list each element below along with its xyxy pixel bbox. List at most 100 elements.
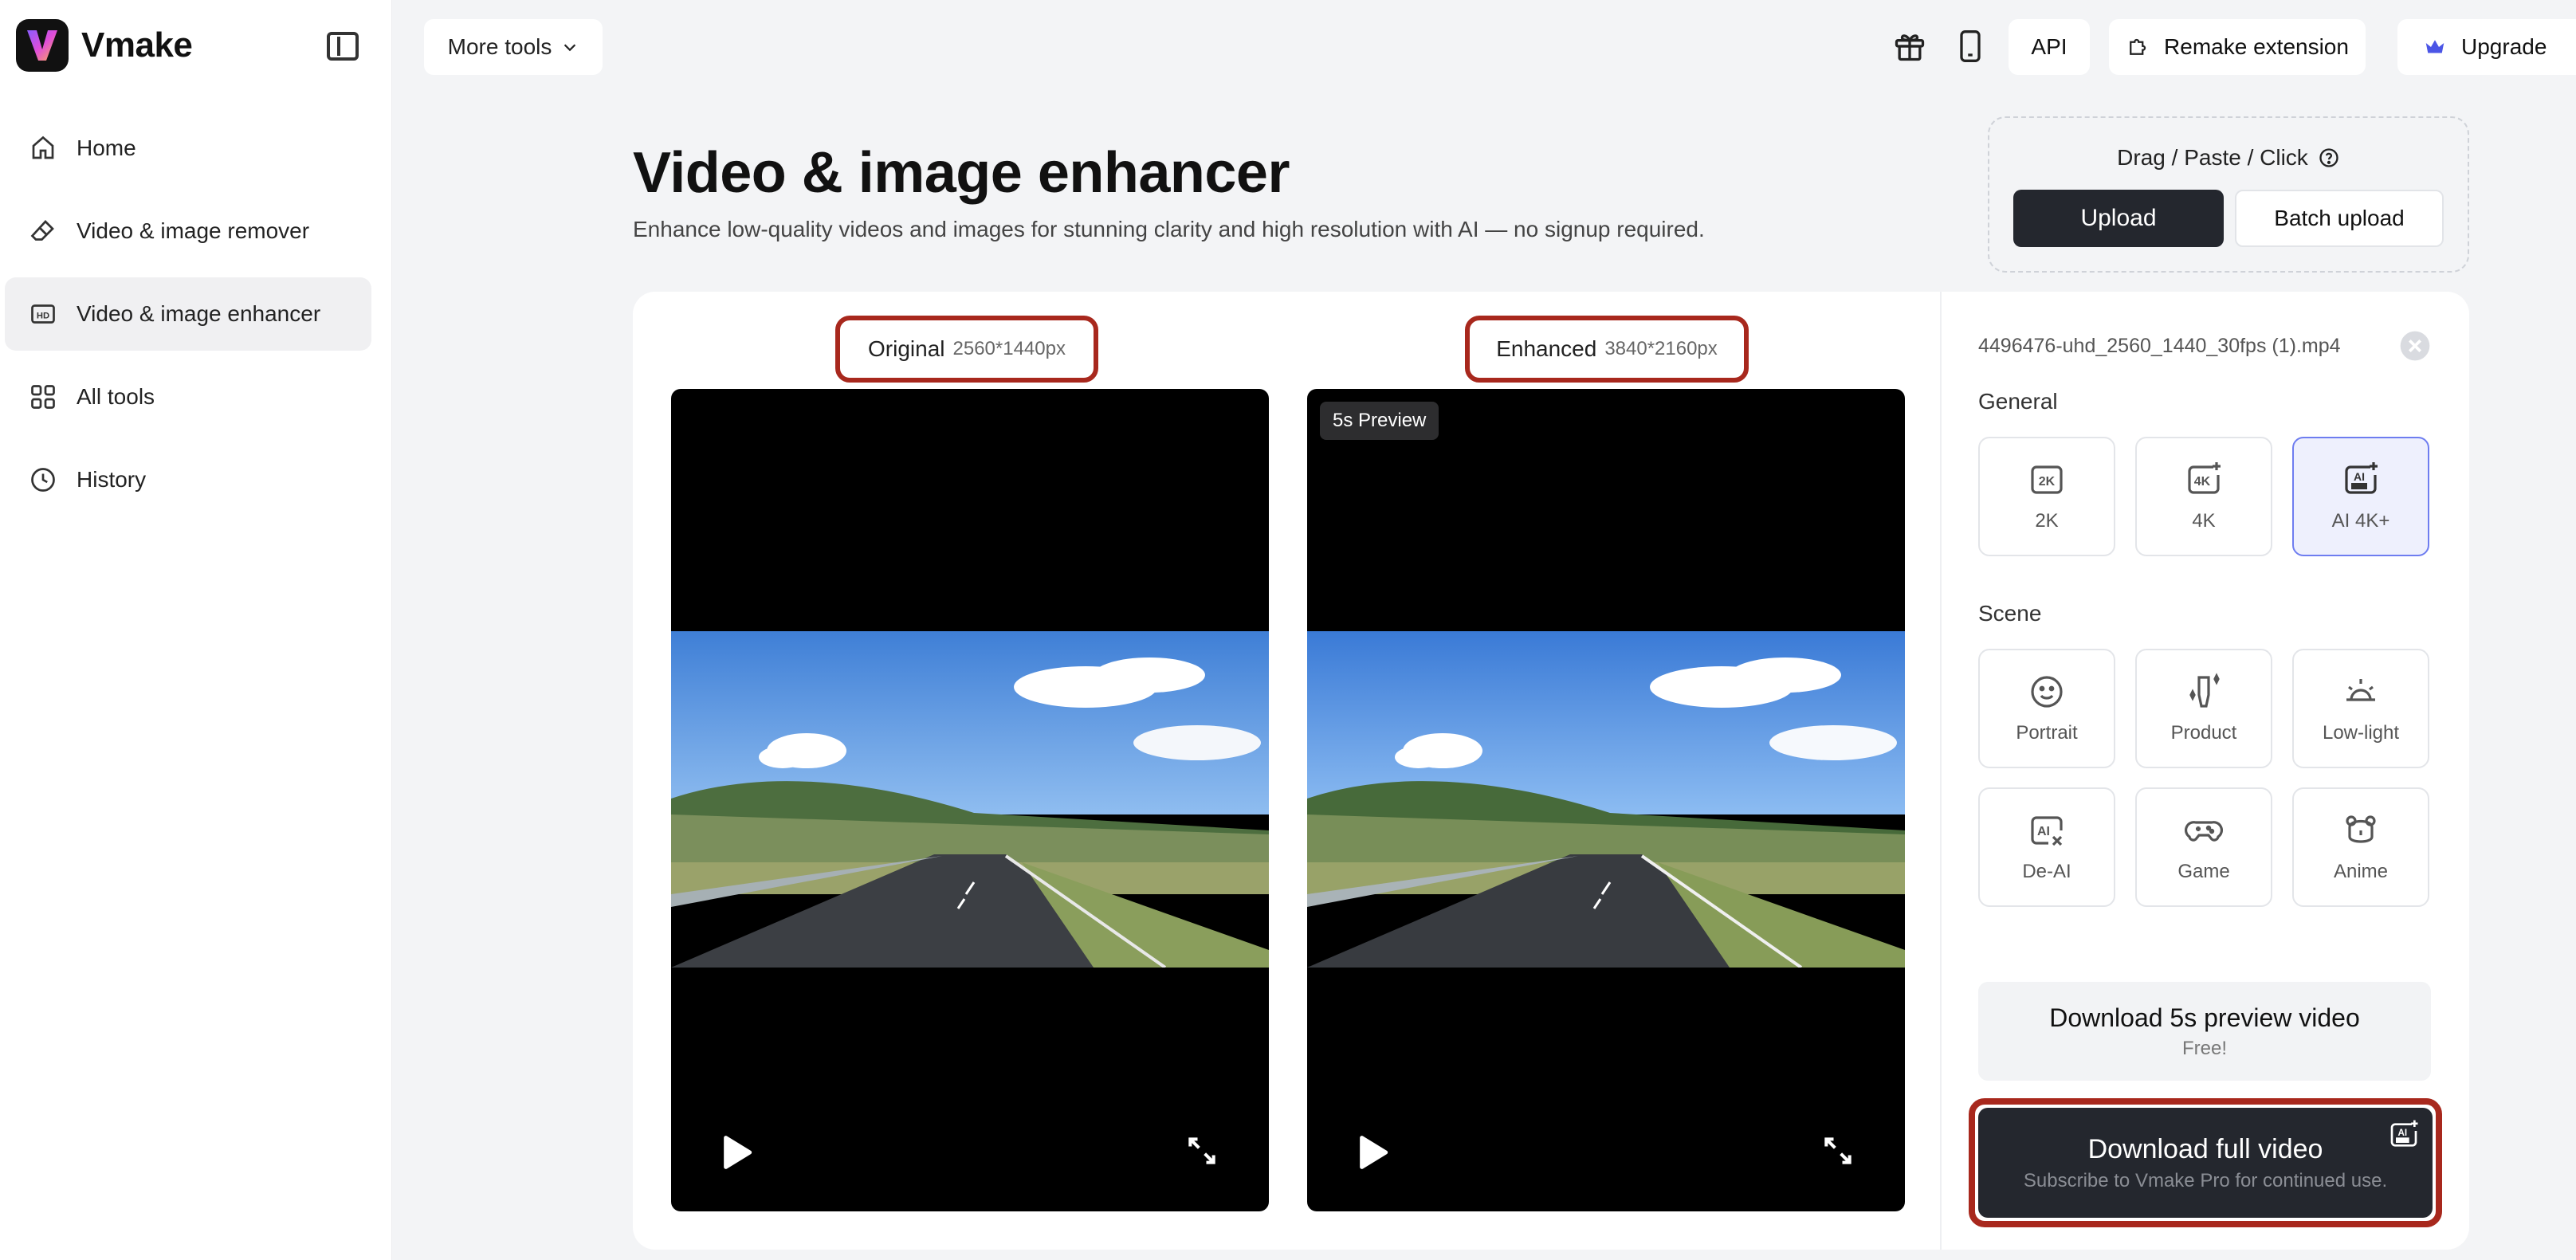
option-label: Game	[2177, 861, 2230, 882]
close-icon[interactable]	[2399, 330, 2431, 362]
clock-icon	[29, 465, 57, 494]
hd-icon: HD	[29, 300, 57, 328]
svg-text:4K: 4K	[2194, 475, 2211, 489]
api-button[interactable]: API	[2009, 19, 2090, 75]
smiley-icon	[2031, 676, 2063, 708]
download-full-button[interactable]: Download full video Subscribe to Vmake P…	[1978, 1108, 2433, 1218]
4k-icon: 4K	[2188, 462, 2221, 494]
option-ai-4k-plus[interactable]: AI AI 4K+	[2292, 437, 2429, 556]
preview-badge: 5s Preview	[1320, 402, 1439, 440]
help-icon[interactable]	[2318, 147, 2340, 169]
download-preview-sub: Free!	[2181, 1037, 2227, 1059]
svg-text:HD: HD	[37, 311, 49, 320]
home-icon	[29, 134, 57, 163]
upload-hint: Drag / Paste / Click	[1989, 145, 2468, 171]
page-title: Video & image enhancer	[633, 141, 1290, 205]
eraser-icon	[29, 217, 57, 245]
download-preview-title: Download 5s preview video	[2049, 1003, 2360, 1032]
option-label: Low-light	[2322, 722, 2400, 744]
option-4k[interactable]: 4K 4K	[2135, 437, 2272, 556]
option-product[interactable]: Product	[2135, 649, 2272, 768]
panel-divider	[1940, 292, 1942, 1250]
ai-ultra-icon: AI	[2390, 1120, 2418, 1147]
sidebar-nav: Home Video & image remover HD Video & im…	[5, 112, 371, 526]
chevron-down-icon	[564, 44, 576, 52]
svg-text:2K: 2K	[2039, 475, 2056, 489]
sidebar-item-history[interactable]: History	[5, 443, 371, 516]
logo[interactable]: Vmake	[16, 19, 193, 72]
batch-upload-button[interactable]: Batch upload	[2235, 190, 2444, 247]
page-subtitle: Enhance low-quality videos and images fo…	[633, 217, 1705, 241]
sidebar-item-label: All tools	[77, 384, 155, 409]
sidebar-item-label: Video & image remover	[77, 218, 310, 243]
more-tools-dropdown[interactable]: More tools	[424, 19, 603, 75]
download-full-title: Download full video	[2087, 1133, 2323, 1164]
enhanced-label: Enhanced 3840*2160px	[1465, 316, 1749, 383]
play-icon[interactable]	[1357, 1135, 1388, 1170]
road-scene-image	[1307, 631, 1905, 968]
upload-dropzone[interactable]: Drag / Paste / Click Upload Batch upload	[1988, 116, 2469, 273]
svg-text:AI: AI	[2354, 470, 2365, 483]
original-label: Original 2560*1440px	[835, 316, 1098, 383]
road-scene-image	[671, 631, 1269, 968]
file-name: 4496476-uhd_2560_1440_30fps (1).mp4	[1978, 335, 2341, 357]
option-anime[interactable]: Anime	[2292, 787, 2429, 907]
download-full-sub: Subscribe to Vmake Pro for continued use…	[2023, 1169, 2388, 1191]
sidebar-item-enhancer[interactable]: HD Video & image enhancer	[5, 277, 371, 351]
remake-extension-button[interactable]: Remake extension	[2109, 19, 2366, 75]
upload-button[interactable]: Upload	[2013, 190, 2224, 247]
mobile-icon[interactable]	[1953, 29, 1988, 64]
gift-icon[interactable]	[1892, 29, 1927, 64]
option-label: De-AI	[2022, 861, 2071, 882]
option-portrait[interactable]: Portrait	[1978, 649, 2115, 768]
download-full-highlight: Download full video Subscribe to Vmake P…	[1969, 1098, 2442, 1227]
download-preview-button[interactable]: Download 5s preview video Free!	[1978, 982, 2431, 1081]
de-ai-icon: AI	[2031, 816, 2063, 846]
upgrade-button[interactable]: Upgrade	[2397, 19, 2576, 75]
upgrade-label: Upgrade	[2461, 34, 2547, 59]
play-icon[interactable]	[721, 1135, 752, 1170]
app-name: Vmake	[81, 26, 193, 65]
option-label: Portrait	[2016, 722, 2078, 744]
sidebar-item-home[interactable]: Home	[5, 112, 371, 185]
sidebar: Vmake Home Video & image remover HD Vide…	[0, 0, 392, 1260]
general-label: General	[1978, 389, 2058, 414]
option-low-light[interactable]: Low-light	[2292, 649, 2429, 768]
grid-icon	[29, 383, 57, 411]
enhanced-video-player[interactable]: 5s Preview	[1307, 389, 1905, 1211]
option-de-ai[interactable]: AI De-AI	[1978, 787, 2115, 907]
svg-text:AI: AI	[2398, 1128, 2408, 1138]
original-video-player[interactable]	[671, 389, 1269, 1211]
original-dimensions: 2560*1440px	[952, 338, 1066, 359]
puzzle-icon	[2130, 38, 2146, 55]
option-label: Anime	[2333, 861, 2389, 882]
vmake-logo-icon	[16, 19, 69, 72]
product-icon	[2189, 673, 2220, 708]
more-tools-label: More tools	[447, 34, 552, 59]
option-game[interactable]: Game	[2135, 787, 2272, 907]
sidebar-item-label: Video & image enhancer	[77, 301, 321, 326]
ai-ultra-icon: AI	[2345, 462, 2378, 494]
enhanced-title: Enhanced	[1496, 336, 1597, 361]
2k-icon: 2K	[2031, 465, 2063, 494]
option-2k[interactable]: 2K 2K	[1978, 437, 2115, 556]
sunrise-icon	[2346, 679, 2375, 701]
original-title: Original	[868, 336, 945, 361]
svg-text:AI: AI	[2037, 825, 2050, 838]
option-label: Product	[2170, 722, 2237, 744]
gamepad-icon	[2185, 821, 2223, 842]
sidebar-collapse-icon[interactable]	[327, 32, 359, 61]
remake-extension-label: Remake extension	[2164, 34, 2349, 59]
fullscreen-icon[interactable]	[1820, 1133, 1855, 1168]
api-label: API	[2031, 34, 2067, 59]
enhancer-card: Original 2560*1440px Enhanced 3840*2160p…	[633, 292, 2469, 1250]
upload-hint-text: Drag / Paste / Click	[2117, 145, 2308, 170]
sidebar-item-label: History	[77, 467, 147, 492]
sidebar-item-all-tools[interactable]: All tools	[5, 360, 371, 434]
bear-icon	[2346, 815, 2376, 843]
option-label: 2K	[2035, 510, 2059, 532]
fullscreen-icon[interactable]	[1184, 1133, 1219, 1168]
enhanced-dimensions: 3840*2160px	[1604, 338, 1718, 359]
sidebar-item-remover[interactable]: Video & image remover	[5, 194, 371, 268]
option-label: 4K	[2192, 510, 2216, 532]
